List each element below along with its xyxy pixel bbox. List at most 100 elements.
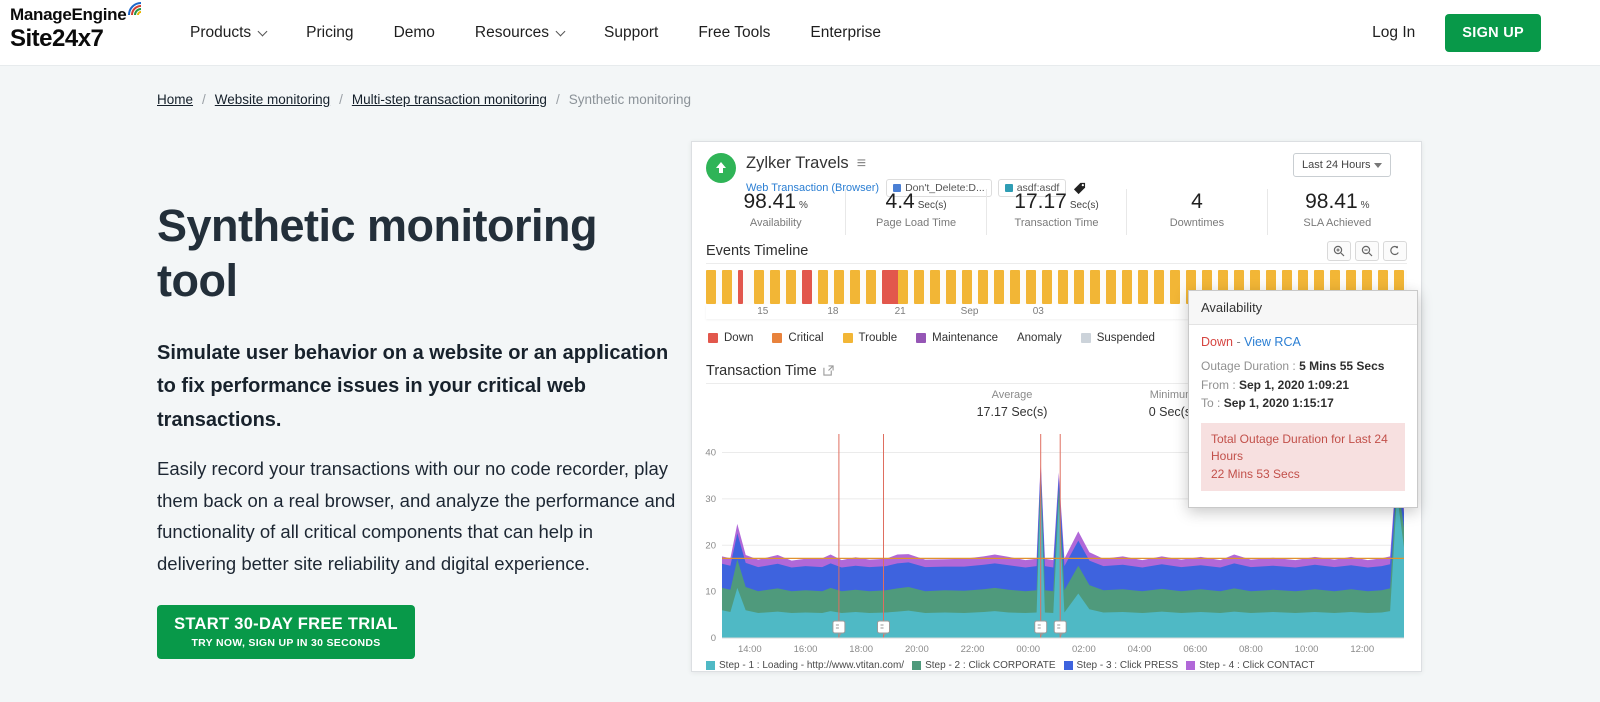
- view-rca-link[interactable]: View RCA: [1244, 335, 1301, 349]
- stat-label: Page Load Time: [846, 217, 985, 229]
- nav-item-label: Products: [190, 24, 251, 42]
- external-link-icon[interactable]: [823, 365, 834, 376]
- cta-secondary-text: TRY NOW, SIGN UP IN 30 SECONDS: [157, 637, 415, 649]
- popup-detail-row: Outage Duration : 5 Mins 55 Secs: [1201, 357, 1405, 376]
- timeline-bar[interactable]: [914, 270, 924, 304]
- chevron-down-icon: [258, 26, 268, 36]
- timeline-bar[interactable]: [882, 270, 899, 304]
- stat-label: Availability: [706, 217, 845, 229]
- stat-value: 98.41%: [706, 190, 845, 214]
- zoom-reset-button[interactable]: [1383, 241, 1407, 261]
- legend-swatch: [843, 333, 853, 343]
- events-timeline-legend: DownCriticalTroubleMaintenanceAnomalySus…: [708, 332, 1155, 344]
- svg-text:08:00: 08:00: [1239, 644, 1263, 655]
- legend-swatch: [912, 661, 921, 670]
- stat-value: 4: [1127, 190, 1266, 214]
- nav-item-free-tools[interactable]: Free Tools: [698, 24, 770, 42]
- timeline-legend-item: Suspended: [1081, 332, 1155, 344]
- timeline-axis-label: 18: [827, 306, 838, 317]
- nav-item-products[interactable]: Products: [190, 24, 266, 42]
- svg-text:0: 0: [711, 633, 716, 644]
- timeline-bar[interactable]: [850, 270, 860, 304]
- timeline-legend-item: Critical: [772, 332, 823, 344]
- zoom-in-button[interactable]: [1327, 241, 1351, 261]
- timeline-bar[interactable]: [1106, 270, 1116, 304]
- menu-icon[interactable]: ≡: [857, 156, 866, 172]
- timeline-bar[interactable]: [1010, 270, 1020, 304]
- stats-row: 98.41%Availability4.4Sec(s)Page Load Tim…: [706, 189, 1407, 235]
- timeline-bar[interactable]: [1170, 270, 1180, 304]
- svg-text:04:00: 04:00: [1128, 644, 1152, 655]
- total-outage-value: 22 Mins 53 Secs: [1211, 466, 1395, 483]
- logo-swoosh-icon: [127, 1, 145, 17]
- timeline-bar[interactable]: [1122, 270, 1132, 304]
- nav-item-support[interactable]: Support: [604, 24, 658, 42]
- logo-brand-text: ManageEngine: [10, 5, 126, 25]
- breadcrumb-item[interactable]: Multi-step transaction monitoring: [352, 92, 547, 107]
- start-trial-button[interactable]: START 30-DAY FREE TRIAL TRY NOW, SIGN UP…: [157, 605, 415, 659]
- timeline-legend-item: Down: [708, 332, 753, 344]
- logo[interactable]: ManageEngine Site24x7: [10, 5, 145, 53]
- legend-label: Step - 4 : Click CONTACT: [1199, 660, 1314, 671]
- timeline-bar[interactable]: [1026, 270, 1036, 304]
- timeline-bar[interactable]: [706, 270, 716, 304]
- legend-label: Step - 3 : Click PRESS: [1077, 660, 1179, 671]
- login-link[interactable]: Log In: [1372, 24, 1415, 42]
- timeline-bar[interactable]: [738, 270, 743, 304]
- timeline-bar[interactable]: [1074, 270, 1084, 304]
- legend-label: Suspended: [1097, 332, 1155, 344]
- legend-label: Trouble: [859, 332, 898, 344]
- timeline-bar[interactable]: [962, 270, 972, 304]
- svg-text:18:00: 18:00: [849, 644, 873, 655]
- nav-item-label: Resources: [475, 24, 549, 42]
- timeline-axis-label: 21: [895, 306, 906, 317]
- popup-detail-row: To : Sep 1, 2020 1:15:17: [1201, 394, 1405, 413]
- nav-item-label: Enterprise: [810, 24, 881, 42]
- timeline-bar[interactable]: [978, 270, 988, 304]
- stat-availability: 98.41% Availability: [706, 189, 846, 235]
- timeline-axis-label: 15: [757, 306, 768, 317]
- timeline-bar[interactable]: [722, 270, 732, 304]
- signup-button[interactable]: SIGN UP: [1445, 14, 1541, 52]
- breadcrumb-item[interactable]: Website monitoring: [215, 92, 330, 107]
- nav-item-label: Free Tools: [698, 24, 770, 42]
- timeline-bar[interactable]: [930, 270, 940, 304]
- svg-text:14:00: 14:00: [738, 644, 762, 655]
- hero-description: Easily record your transactions with our…: [157, 453, 677, 579]
- nav-item-label: Demo: [394, 24, 435, 42]
- nav-item-resources[interactable]: Resources: [475, 24, 564, 42]
- popup-detail-row: From : Sep 1, 2020 1:09:21: [1201, 376, 1405, 395]
- svg-text:10:00: 10:00: [1295, 644, 1319, 655]
- events-timeline-title: Events Timeline: [706, 243, 808, 259]
- nav-item-enterprise[interactable]: Enterprise: [810, 24, 881, 42]
- timeline-bar[interactable]: [898, 270, 908, 304]
- nav-item-pricing[interactable]: Pricing: [306, 24, 353, 42]
- nav-item-demo[interactable]: Demo: [394, 24, 435, 42]
- timeline-bar[interactable]: [866, 270, 876, 304]
- timeline-bar[interactable]: [786, 270, 796, 304]
- timeline-bar[interactable]: [818, 270, 828, 304]
- svg-text:12:00: 12:00: [1350, 644, 1374, 655]
- zoom-out-button[interactable]: [1355, 241, 1379, 261]
- stat-value: 98.41%: [1268, 190, 1407, 214]
- legend-swatch: [772, 333, 782, 343]
- legend-swatch: [1186, 661, 1195, 670]
- step-legend-item: Step - 3 : Click PRESS: [1064, 660, 1179, 671]
- stat-sla-achieved: 98.41% SLA Achieved: [1268, 189, 1407, 235]
- time-range-select[interactable]: Last 24 Hours: [1293, 153, 1391, 177]
- timeline-bar[interactable]: [1138, 270, 1148, 304]
- timeline-bar[interactable]: [1154, 270, 1164, 304]
- average-label: Average: [962, 389, 1062, 401]
- breadcrumb-item[interactable]: Home: [157, 92, 193, 107]
- timeline-bar[interactable]: [802, 270, 812, 304]
- legend-label: Step - 2 : Click CORPORATE: [925, 660, 1055, 671]
- timeline-bar[interactable]: [754, 270, 764, 304]
- timeline-bar[interactable]: [994, 270, 1004, 304]
- timeline-bar[interactable]: [1058, 270, 1068, 304]
- timeline-bar[interactable]: [1090, 270, 1100, 304]
- timeline-bar[interactable]: [1042, 270, 1052, 304]
- timeline-bar[interactable]: [834, 270, 844, 304]
- timeline-bar[interactable]: [946, 270, 956, 304]
- timeline-bar[interactable]: [770, 270, 780, 304]
- stat-label: SLA Achieved: [1268, 217, 1407, 229]
